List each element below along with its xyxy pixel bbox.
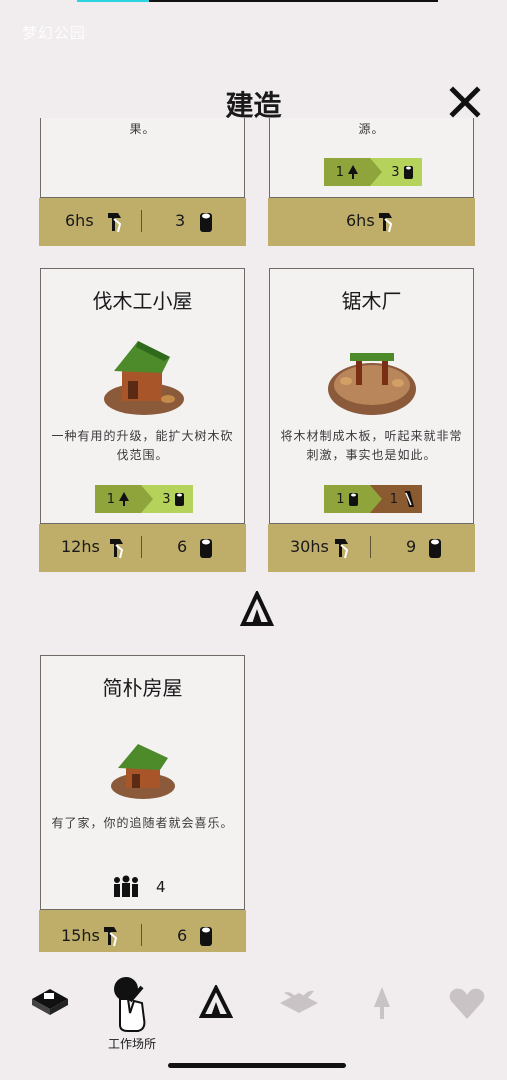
build-time: 30hs bbox=[290, 537, 329, 556]
hammer-icon bbox=[108, 213, 122, 233]
watermark: 梦幻公园 bbox=[22, 24, 87, 42]
card-title: 简朴房屋 bbox=[102, 676, 183, 700]
status-bar bbox=[77, 0, 438, 2]
card-desc: 源。 bbox=[358, 122, 385, 136]
simple-house-illustration bbox=[110, 744, 175, 799]
tag-left-value: 1 bbox=[106, 491, 116, 507]
status-accent bbox=[77, 0, 149, 2]
followers-icon bbox=[114, 875, 138, 897]
separator bbox=[141, 210, 142, 232]
build-time: 6hs bbox=[346, 211, 375, 230]
tent-icon bbox=[240, 591, 274, 626]
log-icon bbox=[200, 539, 212, 558]
cost-value: 3 bbox=[175, 211, 186, 230]
hammer-hand-icon[interactable] bbox=[108, 975, 156, 1033]
tag-left-value: 1 bbox=[335, 164, 345, 180]
separator bbox=[370, 536, 371, 558]
hammer-icon bbox=[104, 927, 118, 947]
log-icon bbox=[429, 539, 441, 558]
card-footer: 30hs 9 bbox=[268, 524, 475, 572]
tree-icon bbox=[119, 492, 130, 506]
close-icon bbox=[449, 86, 481, 118]
card-title: 伐木工小屋 bbox=[92, 289, 193, 313]
build-time: 12hs bbox=[61, 537, 100, 556]
production-tag: 1 3 bbox=[324, 158, 422, 186]
card-desc: 有了家，你的追随者就会喜乐。 bbox=[51, 816, 234, 830]
hammer-icon bbox=[335, 539, 349, 559]
cost-value: 6 bbox=[177, 537, 188, 556]
close-button[interactable] bbox=[447, 84, 483, 120]
build-time: 6hs bbox=[65, 211, 94, 230]
card-footer: 6hs bbox=[268, 198, 475, 246]
land-icon[interactable] bbox=[30, 985, 70, 1019]
hammer-icon bbox=[110, 539, 124, 559]
log-icon bbox=[174, 493, 184, 506]
log-icon bbox=[403, 166, 413, 179]
production-tag: 1 3 bbox=[95, 485, 193, 513]
card-footer: 6hs 3 bbox=[39, 198, 246, 246]
build-card-simple-house[interactable]: 简朴房屋 有了家，你的追随者就会喜乐。 4 bbox=[40, 655, 245, 910]
nav-active-label: 工作场所 bbox=[107, 1037, 156, 1051]
followers-value: 4 bbox=[156, 878, 166, 896]
tag-right-value: 1 bbox=[389, 491, 399, 507]
board-icon bbox=[405, 491, 415, 507]
cost-value: 6 bbox=[177, 926, 188, 945]
sprout-icon[interactable] bbox=[278, 985, 320, 1019]
cost-value: 9 bbox=[406, 537, 417, 556]
hammer-icon bbox=[379, 213, 393, 233]
lumberjack-hut-illustration bbox=[103, 341, 184, 415]
tag-right-value: 3 bbox=[162, 491, 171, 507]
production-tag: 1 1 bbox=[324, 485, 422, 513]
build-card-2[interactable]: 源。 1 3 bbox=[269, 118, 474, 198]
tent-icon[interactable] bbox=[199, 985, 233, 1019]
tag-left-value: 1 bbox=[336, 491, 345, 507]
log-icon bbox=[348, 493, 358, 506]
card-desc: 将木材制成木板，听起来就非常刺激，事实也是如此。 bbox=[280, 429, 463, 462]
card-desc: 果。 bbox=[129, 122, 156, 136]
tag-right-value: 3 bbox=[391, 164, 400, 180]
build-card-lumberjack[interactable]: 伐木工小屋 一种有用的升级，能扩大树木砍伐范围。 1 3 bbox=[40, 268, 245, 524]
tree-icon bbox=[348, 165, 359, 179]
build-time: 15hs bbox=[61, 926, 100, 945]
card-title: 锯木厂 bbox=[341, 289, 402, 313]
build-card-sawmill[interactable]: 锯木厂 将木材制成木板，听起来就非常刺激，事实也是如此。 1 1 bbox=[269, 268, 474, 524]
sawmill-illustration bbox=[327, 353, 416, 415]
home-indicator[interactable] bbox=[168, 1063, 346, 1068]
card-footer: 12hs 6 bbox=[39, 524, 246, 572]
build-card-1[interactable]: 果。 bbox=[40, 118, 245, 198]
card-desc: 一种有用的升级，能扩大树木砍伐范围。 bbox=[51, 429, 234, 462]
separator bbox=[141, 924, 142, 946]
card-footer: 15hs 6 bbox=[39, 910, 246, 952]
log-icon bbox=[200, 927, 212, 946]
log-icon bbox=[200, 213, 212, 232]
separator bbox=[141, 536, 142, 558]
tree-icon[interactable] bbox=[372, 985, 392, 1021]
heart-icon[interactable] bbox=[447, 985, 487, 1021]
